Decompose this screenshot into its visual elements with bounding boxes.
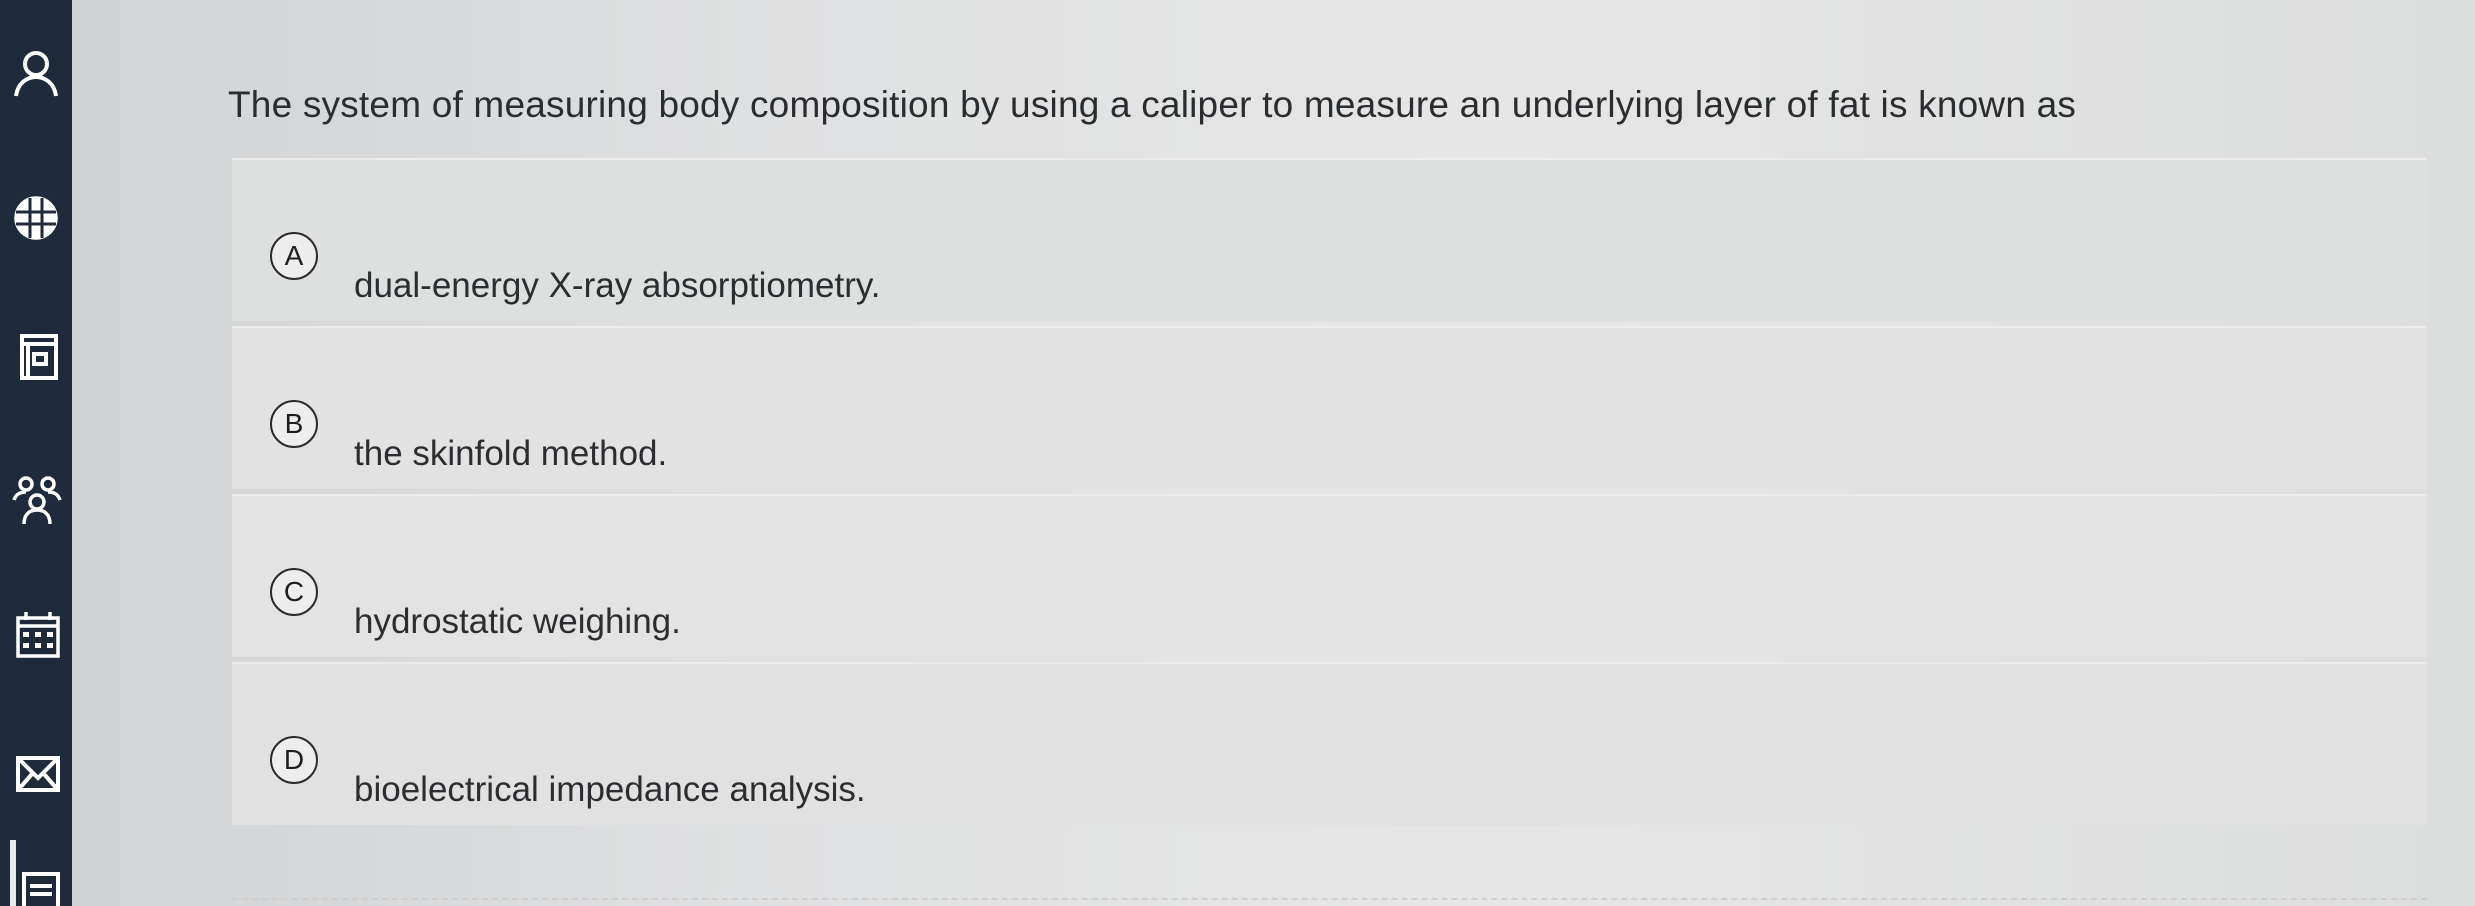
question-text: The system of measuring body composition… [228,84,2077,125]
option-text-b: the skinfold method. [354,434,668,473]
option-text-c: hydrostatic weighing. [354,602,681,641]
calendar-icon[interactable] [8,604,68,668]
option-letter-a[interactable]: A [270,232,318,280]
answer-options: A dual-energy X-ray absorptiometry. B th… [232,158,2427,830]
group-icon[interactable] [8,468,68,532]
option-letter-d[interactable]: D [270,736,318,784]
option-d[interactable]: D bioelectrical impedance analysis. [232,662,2427,825]
mail-icon[interactable] [8,742,68,806]
option-letter-b[interactable]: B [270,400,318,448]
option-a[interactable]: A dual-energy X-ray absorptiometry. [232,158,2427,321]
user-icon[interactable] [8,40,68,104]
quiz-page: The system of measuring body composition… [0,0,2475,906]
option-text-d: bioelectrical impedance analysis. [354,770,866,809]
globe-icon[interactable] [8,186,68,250]
option-b[interactable]: B the skinfold method. [232,326,2427,489]
option-c[interactable]: C hydrostatic weighing. [232,494,2427,657]
list-icon[interactable] [8,856,68,906]
option-text-a: dual-energy X-ray absorptiometry. [354,266,881,305]
sidebar [0,0,72,906]
divider [232,898,2427,900]
option-letter-c[interactable]: C [270,568,318,616]
notebook-icon[interactable] [8,326,68,390]
